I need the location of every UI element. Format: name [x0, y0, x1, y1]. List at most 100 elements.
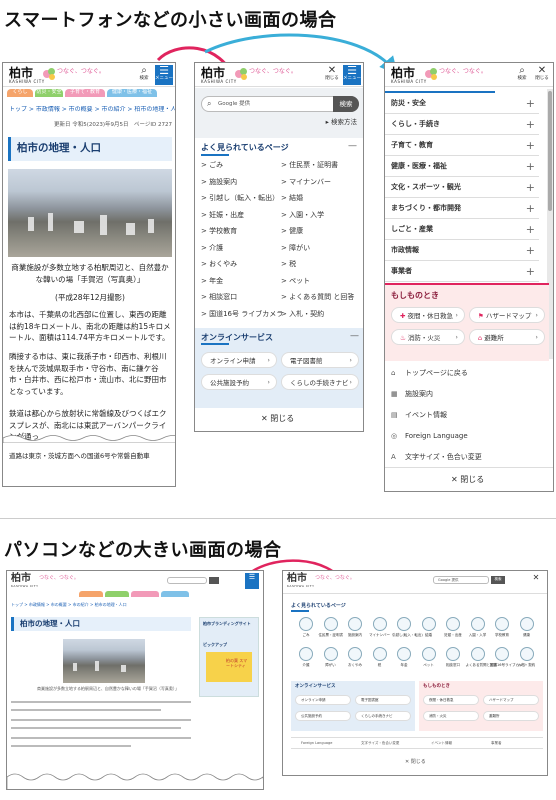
popular-link[interactable]: > 入札・契約 [281, 310, 324, 319]
emergency-button[interactable]: ✚ 夜間・休日救急 › [391, 307, 465, 323]
link-facilities[interactable]: ▦ 施設案内 [391, 390, 433, 399]
close-button[interactable]: ✕ 閉じる [323, 65, 341, 85]
category-accordion[interactable]: 市政情報 + [385, 240, 539, 261]
popular-link[interactable]: > 障がい [281, 244, 310, 253]
nav-tab[interactable]: 子育て・教育 [65, 89, 105, 97]
popular-link[interactable]: > 相談窓口 [201, 293, 237, 302]
popular-link[interactable]: > よくある質問 と回答 [281, 293, 354, 302]
emergency-button[interactable]: ⌂ 避難所 › [469, 329, 545, 345]
close-menu-button[interactable]: ✕ 閉じる [405, 759, 426, 765]
popular-link[interactable]: > マイナンバー [281, 178, 331, 187]
emergency-button[interactable]: ⚑ ハザードマップ › [469, 307, 545, 323]
nav-tab[interactable]: 健康・医療・福祉 [107, 89, 157, 97]
link-foreign-language[interactable]: Foreign Language [301, 741, 332, 745]
popular-link[interactable]: > 年金 [201, 277, 223, 286]
search-submit-button[interactable] [209, 577, 219, 584]
menu-button[interactable]: ☰ メニュー [155, 65, 173, 85]
close-menu-button[interactable]: ✕ 閉じる [261, 414, 294, 424]
collapse-icon[interactable]: — [348, 141, 357, 152]
popular-link[interactable]: > 施設案内 [201, 178, 237, 187]
popular-tile-icon[interactable] [323, 647, 338, 661]
popular-tile-icon[interactable] [470, 647, 485, 661]
search-help-link[interactable]: ▸ 検索方法 [326, 118, 357, 126]
popular-link[interactable]: > 入園・入学 [281, 211, 324, 220]
emergency-button[interactable]: ♨ 消防・火災 › [391, 329, 465, 345]
popular-tile-icon[interactable] [470, 617, 485, 631]
popular-link[interactable]: > おくやみ [201, 260, 237, 269]
online-service-button[interactable]: オンライン申請 [295, 695, 351, 705]
popular-link[interactable]: > ペット [281, 277, 310, 286]
popular-link[interactable]: > 国道16号 ライブカメラ [201, 310, 283, 319]
popular-link[interactable]: > 税 [281, 260, 296, 269]
link-events[interactable]: イベント情報 [431, 741, 452, 745]
search-submit-button[interactable]: 検索 [491, 576, 505, 584]
emergency-button[interactable]: 消防・火災 [423, 711, 479, 721]
category-accordion[interactable]: 事業者 + [385, 261, 539, 282]
emergency-button[interactable]: ハザードマップ [483, 695, 539, 705]
popular-link[interactable]: > 結婚 [281, 194, 303, 203]
link-events[interactable]: ▤ イベント情報 [391, 411, 447, 420]
search-input[interactable] [167, 577, 207, 584]
close-button[interactable]: ✕ [529, 573, 543, 589]
category-accordion[interactable]: 子育て・教育 + [385, 135, 539, 156]
online-service-button[interactable]: くらしの手続きナビ [355, 711, 411, 721]
category-accordion[interactable]: 健康・医療・福祉 + [385, 156, 539, 177]
link-font-size[interactable]: A 文字サイズ・色合い変更 [391, 453, 482, 462]
category-accordion[interactable]: しごと・産業 + [385, 219, 539, 240]
popular-link[interactable]: > 引越し（転入・転出） [201, 194, 279, 203]
emergency-button[interactable]: 避難所 [483, 711, 539, 721]
category-accordion[interactable]: 防災・安全 + [385, 93, 539, 114]
popular-link[interactable]: > 住民票・証明書 [281, 161, 338, 170]
popular-tile-icon[interactable] [519, 647, 534, 661]
search-button[interactable]: ⌕ 検索 [135, 65, 153, 85]
popular-tile-icon[interactable] [495, 617, 509, 631]
search-submit-button[interactable]: 検索 [333, 96, 359, 112]
popular-link[interactable]: > ごみ [201, 161, 223, 170]
popular-tile-icon[interactable] [397, 647, 411, 661]
breadcrumb[interactable]: トップ > 市政情報 > 市の概要 > 市の紹介 > 柏市の地理・人口 [9, 106, 175, 114]
popular-tile-icon[interactable] [397, 617, 411, 631]
close-menu-button[interactable]: ✕ 閉じる [451, 475, 484, 485]
popular-link[interactable]: > 健康 [281, 227, 303, 236]
nav-tab[interactable]: 防災・安全 [35, 89, 63, 97]
category-accordion[interactable]: くらし・手続き + [385, 114, 539, 135]
breadcrumb[interactable]: トップ > 市政情報 > 市の概要 > 市の紹介 > 柏市の地理・人口 [11, 602, 191, 607]
online-service-button[interactable]: 公共施設予約 › [201, 374, 277, 390]
popular-tile-icon[interactable] [372, 647, 387, 661]
close-button[interactable]: ✕ 閉じる [533, 65, 551, 85]
link-business[interactable]: 事業者 [491, 741, 502, 745]
online-service-button[interactable]: 電子図書館 [355, 695, 411, 705]
popular-tile-icon[interactable] [348, 647, 362, 661]
popular-tile-icon[interactable] [299, 647, 313, 661]
menu-button[interactable]: ☰ メニュー [343, 65, 361, 85]
search-button[interactable]: ⌕ 検索 [513, 65, 531, 85]
popular-link[interactable]: > 介護 [201, 244, 223, 253]
link-foreign-language[interactable]: ◎ Foreign Language [391, 432, 468, 441]
popular-link[interactable]: > 妊娠・出産 [201, 211, 244, 220]
popular-tile-icon[interactable] [446, 617, 460, 631]
link-top-page[interactable]: ⌂ トップページに戻る [391, 369, 468, 378]
popular-tile-icon[interactable] [519, 617, 534, 631]
online-service-button[interactable]: オンライン申請 › [201, 352, 277, 368]
online-service-button[interactable]: 電子図書館 › [281, 352, 359, 368]
category-accordion[interactable]: まちづくり・都市開発 + [385, 198, 539, 219]
menu-button[interactable]: ☰ [245, 573, 259, 589]
online-service-button[interactable]: 公共施設予約 [295, 711, 351, 721]
popular-tile-icon[interactable] [495, 647, 509, 661]
popular-tile-icon[interactable] [372, 617, 387, 631]
popular-tile-icon[interactable] [323, 617, 338, 631]
emergency-button[interactable]: 夜間・休日救急 [423, 695, 479, 705]
category-accordion[interactable]: 文化・スポーツ・観光 + [385, 177, 539, 198]
collapse-icon[interactable]: — [350, 331, 359, 342]
link-font-size[interactable]: 文字サイズ・色合い変更 [361, 741, 399, 745]
popular-tile-icon[interactable] [421, 617, 436, 631]
online-service-button[interactable]: くらしの手続きナビ › [281, 374, 359, 390]
popular-link[interactable]: > 学校教育 [201, 227, 237, 236]
popular-tile-icon[interactable] [348, 617, 362, 631]
pickup-banner[interactable]: 柏の葉 スマートシティ [206, 652, 252, 682]
popular-tile-icon[interactable] [446, 647, 460, 661]
popular-tile-icon[interactable] [421, 647, 436, 661]
search-input[interactable]: Google 提供 [433, 576, 489, 584]
nav-tab[interactable]: くらし [7, 89, 33, 97]
popular-tile-icon[interactable] [299, 617, 313, 631]
